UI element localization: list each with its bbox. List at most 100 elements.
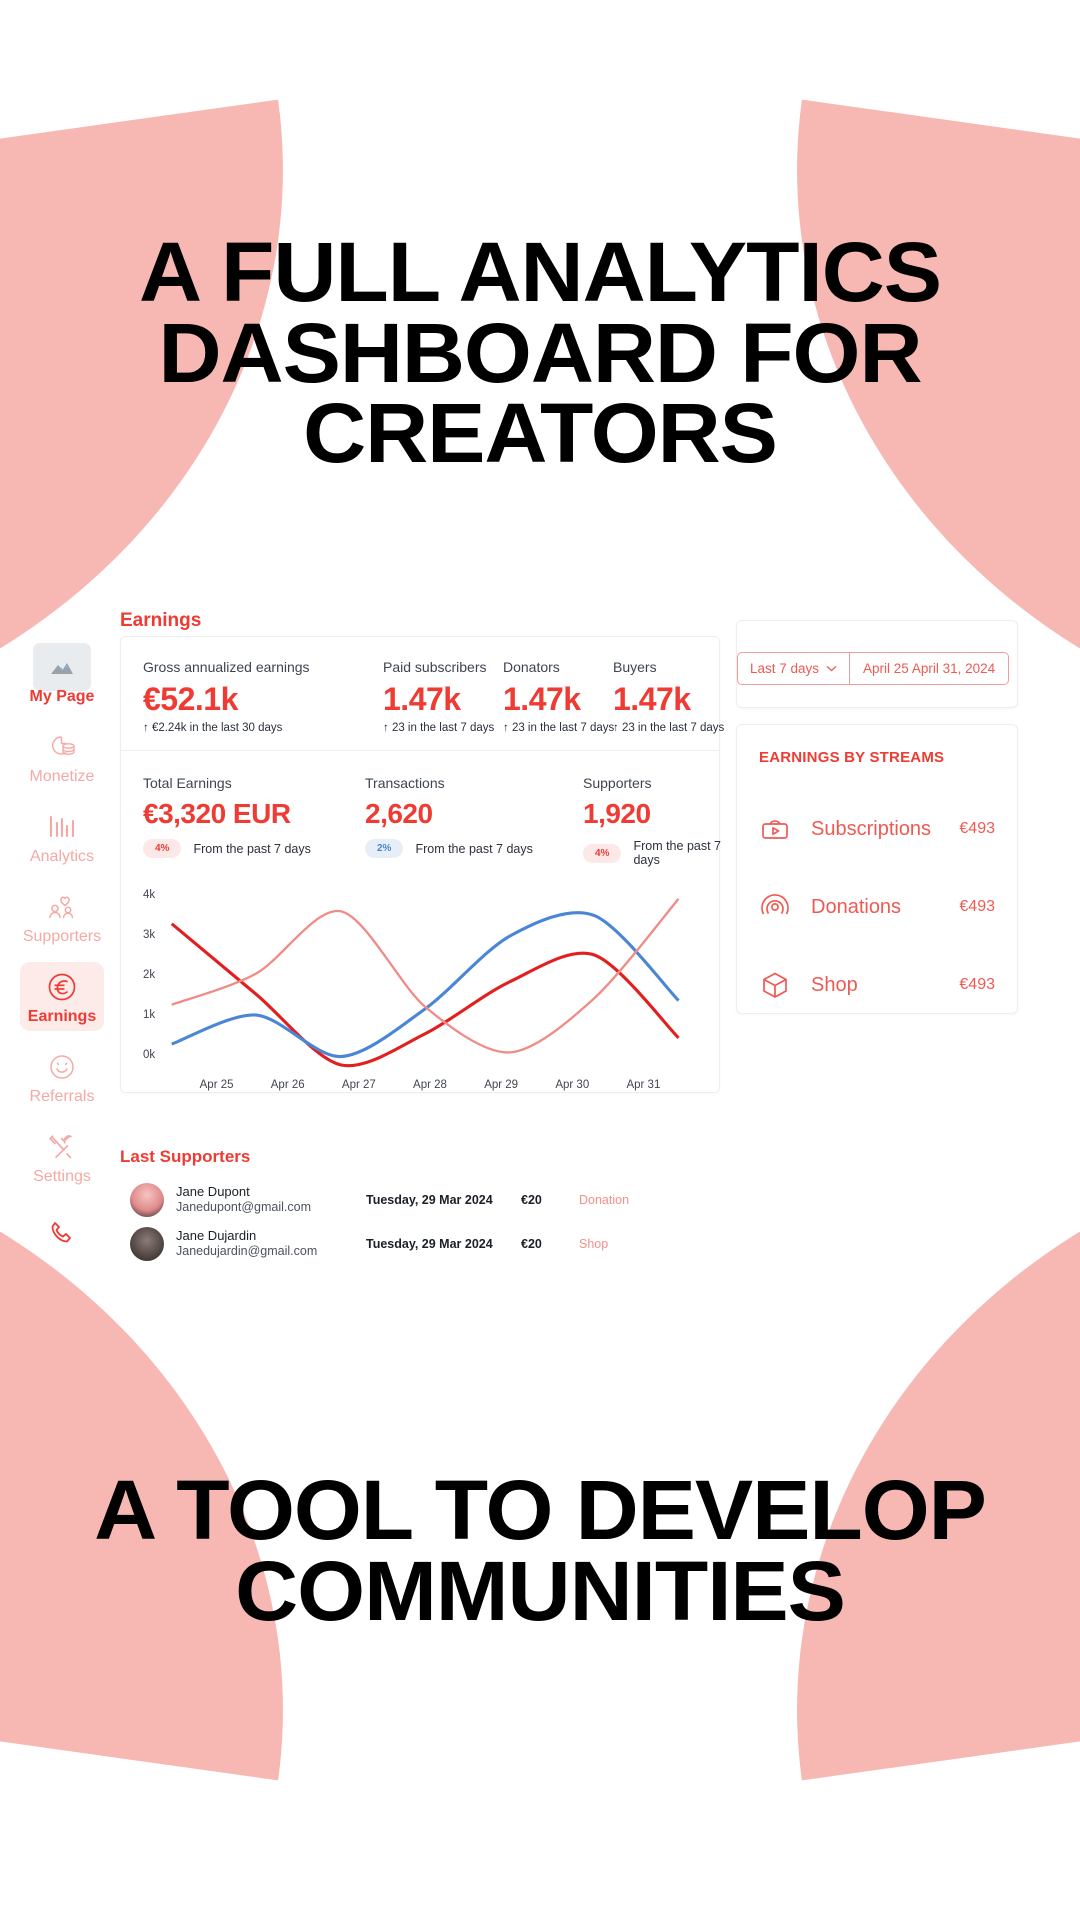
sidebar-item-label: Settings [33, 1168, 91, 1185]
stream-row-shop[interactable]: Shop €493 [759, 946, 995, 1024]
supporter-email: Janedujardin@gmail.com [176, 1244, 318, 1259]
shop-box-icon [759, 970, 811, 1000]
supporter-amount: €20 [521, 1193, 542, 1207]
supporter-type-badge: Shop [579, 1237, 609, 1251]
kpi-row-secondary: Total Earnings €3,320 EUR 4% From the pa… [121, 751, 721, 877]
earnings-line-chart: 4k 3k 2k 1k 0k Apr 25 Apr 26 Apr 27 Apr … [121, 877, 719, 1092]
chart-series-dark-red [170, 922, 680, 1068]
stream-name: Subscriptions [811, 817, 932, 840]
supporter-email: Janedupont@gmail.com [176, 1200, 311, 1215]
sidebar-nav: My Page Monetize Analytics Supporters Ea… [8, 620, 116, 1275]
bar-chart-icon [47, 809, 77, 845]
table-row[interactable]: Jane Dupont Janedupont@gmail.com Tuesday… [120, 1179, 720, 1223]
headline-top-line-3: CREATORS [303, 386, 778, 481]
kpi-value: €3,320 EUR [143, 798, 291, 829]
subscriptions-play-bag-icon [759, 814, 811, 844]
stream-name: Donations [811, 895, 902, 918]
last-supporters-section: Last Supporters Jane Dupont Janedupont@g… [120, 1147, 720, 1267]
kpi-change-badge: 4% [583, 843, 622, 863]
sidebar-item-referrals[interactable]: Referrals [20, 1042, 104, 1111]
headline-top: A FULL ANALYTICS DASHBOARD FOR CREATORS [0, 225, 1080, 481]
sidebar-item-label: Supporters [22, 928, 102, 945]
chevron-down-icon [826, 666, 837, 672]
kpi-label: Gross annualized earnings [143, 659, 310, 675]
sidebar-item-settings[interactable]: Settings [20, 1122, 104, 1191]
kpi-change-badge: 4% [143, 839, 182, 858]
monetize-clock-coins-icon [47, 729, 77, 765]
chart-x-axis: Apr 25 Apr 26 Apr 27 Apr 28 Apr 29 Apr 3… [143, 1079, 697, 1091]
supporter-date: Tuesday, 29 Mar 2024 [366, 1193, 493, 1207]
promo-page: A FULL ANALYTICS DASHBOARD FOR CREATORS … [0, 0, 1080, 1920]
smiley-icon [47, 1049, 77, 1085]
kpi-label: Transactions [365, 775, 445, 791]
kpi-note: From the past 7 days [415, 841, 533, 856]
kpi-value: 1.47k [383, 681, 461, 717]
headline-top-line-2: DASHBOARD FOR [158, 305, 922, 400]
analytics-dashboard-screenshot: My Page Monetize Analytics Supporters Ea… [8, 610, 1018, 1275]
kpi-sub: 4% From the past 7 days [583, 839, 743, 867]
kpi-sub: 2% From the past 7 days [365, 839, 583, 858]
date-controls: Last 7 days April 25 April 31, 2024 [737, 652, 1010, 685]
x-tick: Apr 31 [626, 1079, 661, 1091]
last-supporters-title: Last Supporters [120, 1147, 251, 1166]
kpi-delta: ↑ 23 in the last 7 days [613, 722, 725, 734]
stream-amount: €493 [959, 898, 995, 915]
sidebar-item-my-page[interactable]: My Page [20, 642, 104, 711]
kpi-value: €52.1k [143, 681, 238, 717]
x-tick: Apr 30 [555, 1079, 590, 1091]
avatar [130, 1183, 164, 1217]
streams-title: EARNINGS BY STREAMS [759, 749, 945, 766]
kpi-label: Total Earnings [143, 775, 232, 791]
sidebar-item-earnings[interactable]: Earnings [20, 962, 104, 1031]
sidebar-item-label: Analytics [29, 848, 95, 865]
stream-row-donations[interactable]: Donations €493 [759, 868, 995, 946]
kpi-total-earnings: Total Earnings €3,320 EUR 4% From the pa… [143, 775, 365, 867]
sidebar-item-analytics[interactable]: Analytics [20, 802, 104, 871]
kpi-value: 1.47k [613, 681, 691, 717]
kpi-note: From the past 7 days [633, 839, 721, 867]
sidebar-item-label: Referrals [29, 1088, 95, 1105]
tools-wrench-icon [47, 1129, 77, 1165]
kpi-label: Supporters [583, 775, 652, 791]
y-tick-1k: 1k [143, 1009, 156, 1021]
supporter-amount: €20 [521, 1237, 542, 1251]
donation-target-icon [759, 892, 811, 922]
kpi-note: From the past 7 days [193, 841, 311, 856]
stream-name: Shop [811, 973, 858, 996]
earnings-main-card: Gross annualized earnings €52.1k ↑ €2.24… [120, 636, 724, 1093]
x-tick: Apr 28 [413, 1079, 447, 1091]
supporter-identity: Jane Dujardin Janedujardin@gmail.com [176, 1228, 366, 1260]
supporter-name: Jane Dupont [176, 1184, 250, 1200]
headline-bottom-line-1: A TOOL TO DEVELOP [94, 1463, 987, 1557]
x-tick: Apr 27 [341, 1079, 376, 1091]
date-range-value-button[interactable]: April 25 April 31, 2024 [850, 652, 1010, 685]
x-tick: Apr 29 [484, 1079, 519, 1091]
date-range-dropdown[interactable]: Last 7 days [737, 652, 851, 685]
kpi-row-primary: Gross annualized earnings €52.1k ↑ €2.24… [121, 637, 724, 751]
people-heart-icon [46, 889, 78, 925]
kpi-buyers: Buyers 1.47k ↑ 23 in the last 7 days [613, 659, 725, 734]
kpi-delta: ↑ 23 in the last 7 days [383, 722, 495, 734]
sidebar-item-monetize[interactable]: Monetize [20, 722, 104, 791]
kpi-value: 1,920 [583, 798, 651, 829]
kpi-donators: Donators 1.47k ↑ 23 in the last 7 days [503, 659, 615, 734]
sidebar-item-supporters[interactable]: Supporters [20, 882, 104, 951]
kpi-label: Donators [503, 659, 560, 675]
headline-top-line-1: A FULL ANALYTICS [138, 225, 942, 319]
kpi-delta: ↑ 23 in the last 7 days [503, 722, 615, 734]
y-tick-0k: 0k [143, 1049, 156, 1061]
table-row[interactable]: Jane Dujardin Janedujardin@gmail.com Tue… [120, 1223, 720, 1267]
kpi-supporters: Supporters 1,920 4% From the past 7 days [583, 775, 743, 867]
y-tick-4k: 4k [143, 889, 156, 901]
kpi-change-badge: 2% [365, 839, 404, 858]
sidebar-item-label: Monetize [29, 768, 95, 785]
supporter-date: Tuesday, 29 Mar 2024 [366, 1237, 493, 1251]
phone-icon[interactable] [47, 1218, 77, 1253]
right-column: Last 7 days April 25 April 31, 2024 EARN… [736, 620, 1018, 1014]
sidebar-item-label: Earnings [27, 1008, 97, 1025]
headline-bottom: A TOOL TO DEVELOP COMMUNITIES [0, 1463, 1080, 1632]
stream-row-subscriptions[interactable]: Subscriptions €493 [759, 790, 995, 868]
date-filter-card: Last 7 days April 25 April 31, 2024 [736, 620, 1018, 708]
chart-plot-area [170, 898, 680, 1068]
page-title: Earnings [120, 610, 202, 631]
